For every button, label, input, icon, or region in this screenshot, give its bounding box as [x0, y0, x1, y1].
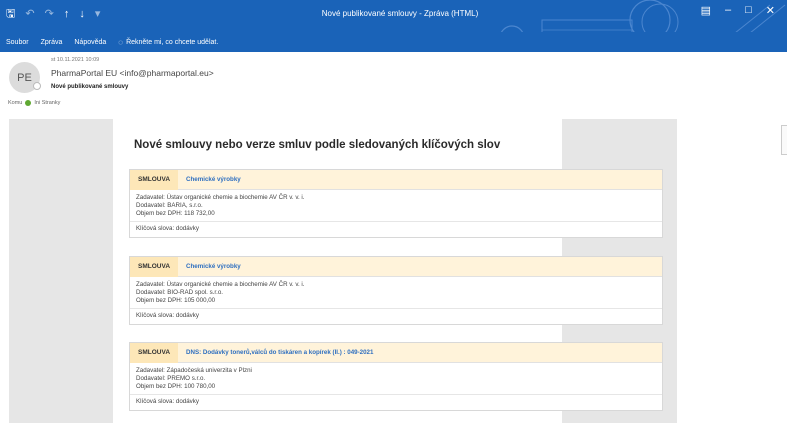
customize-icon[interactable]: ▾ [95, 7, 101, 21]
card-header: SMLOUVA Chemické výrobky [130, 169, 662, 190]
contract-dodavatel: Dodavatel: BIO-RAD spol. s.r.o. [136, 289, 224, 296]
contract-keywords: Klíčová slova: dodávky [136, 225, 199, 232]
recipient[interactable]: Ini Stranky [34, 100, 60, 106]
title-bar: 🖫 ↶ ↷ ↑ ↓ ▾ Nové publikované smlouvy - Z… [0, 0, 787, 32]
contract-badge: SMLOUVA [130, 342, 179, 363]
contract-badge: SMLOUVA [130, 256, 179, 277]
card-details: Zadavatel: Ústav organické chemie a bioc… [130, 190, 662, 222]
contract-zadavatel: Zadavatel: Západočeská univerzita v Plzn… [136, 367, 252, 374]
email-heading: Nové smlouvy nebo verze smluv podle sled… [134, 139, 501, 151]
card-details: Zadavatel: Západočeská univerzita v Plzn… [130, 363, 662, 395]
sender[interactable]: PharmaPortal EU <info@pharmaportal.eu> [51, 68, 214, 78]
tab-message[interactable]: Zpráva [41, 39, 63, 46]
card-header: SMLOUVA Chemické výrobky [130, 256, 662, 277]
contract-keywords: Klíčová slova: dodávky [136, 398, 199, 405]
contract-keywords: Klíčová slova: dodávky [136, 312, 199, 319]
contract-title-link[interactable]: Chemické výrobky [178, 263, 241, 270]
contract-badge: SMLOUVA [130, 169, 179, 190]
message-date: st 10.11.2021 10:09 [51, 57, 100, 63]
presence-status-icon [33, 82, 41, 90]
card-header: SMLOUVA DNS: Dodávky tonerů,válců do tis… [130, 342, 662, 363]
lightbulb-icon: ◌ [118, 37, 124, 47]
contract-card: SMLOUVA Chemické výrobky Zadavatel: Ústa… [129, 256, 663, 325]
tab-file[interactable]: Soubor [6, 39, 29, 46]
close-icon[interactable]: ✕ [766, 4, 775, 17]
contract-objem: Objem bez DPH: 105 000,00 [136, 297, 216, 304]
ribbon-menu: Soubor Zpráva Nápověda ◌ Řekněte mi, co … [0, 32, 787, 52]
contract-objem: Objem bez DPH: 100 780,00 [136, 383, 216, 390]
contract-title-link[interactable]: DNS: Dodávky tonerů,válců do tiskáren a … [178, 349, 373, 356]
redo-icon[interactable]: ↷ [45, 7, 54, 21]
tab-help[interactable]: Nápověda [74, 39, 106, 46]
to-label: Komu [8, 100, 23, 106]
recipient-row: Komu Ini Stranky [8, 100, 60, 106]
ribbon-display-icon[interactable]: ▤ [701, 4, 711, 17]
message-subject: Nové publikované smlouvy [51, 84, 129, 90]
contract-zadavatel: Zadavatel: Ústav organické chemie a bioc… [136, 194, 305, 201]
card-details: Zadavatel: Ústav organické chemie a bioc… [130, 277, 662, 309]
contract-dodavatel: Dodavatel: PREMO s.r.o. [136, 375, 206, 382]
contract-card: SMLOUVA DNS: Dodávky tonerů,válců do tis… [129, 342, 663, 411]
contract-dodavatel: Dodavatel: BARIA, s.r.o. [136, 202, 203, 209]
contract-zadavatel: Zadavatel: Ústav organické chemie a bioc… [136, 281, 305, 288]
recipient-presence-icon [25, 100, 32, 106]
up-arrow-icon[interactable]: ↑ [64, 7, 70, 21]
contract-objem: Objem bez DPH: 118 732,00 [136, 210, 215, 217]
contract-card: SMLOUVA Chemické výrobky Zadavatel: Ústa… [129, 169, 663, 238]
scrollbar[interactable] [781, 125, 787, 155]
undo-icon[interactable]: ↶ [25, 7, 34, 21]
save-icon[interactable]: 🖫 [6, 7, 15, 21]
window-controls: ▤ – □ ✕ [701, 4, 787, 17]
maximize-icon[interactable]: □ [745, 4, 752, 17]
contract-title-link[interactable]: Chemické výrobky [178, 176, 241, 183]
down-arrow-icon[interactable]: ↓ [79, 7, 85, 21]
minimize-icon[interactable]: – [725, 4, 731, 17]
tell-me-text: Řekněte mi, co chcete udělat. [126, 38, 219, 46]
tell-me-box[interactable]: ◌ Řekněte mi, co chcete udělat. [118, 38, 218, 47]
quick-access-toolbar: 🖫 ↶ ↷ ↑ ↓ ▾ [6, 7, 100, 21]
